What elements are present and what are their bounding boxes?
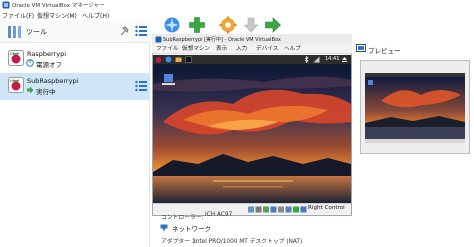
tools-menu-icon[interactable]	[134, 24, 148, 38]
menu-bar: ファイル(F) 仮想マシン(M) ヘルプ(H)	[0, 11, 474, 21]
window-title: Oracle VM VirtualBox マネージャー	[12, 3, 105, 9]
start-icon[interactable]	[264, 16, 282, 34]
guest-app-icon	[155, 36, 162, 43]
guest-desktop[interactable]	[153, 64, 351, 203]
guest-menu-input[interactable]: 入力	[236, 44, 247, 52]
adapter-value: Intel PRO/1000 MT デスクトップ (NAT)	[194, 239, 303, 245]
eject-icon[interactable]	[341, 56, 348, 63]
raspberry-os-icon: 64	[8, 77, 24, 93]
guest-menu-file[interactable]: ファイル	[156, 44, 178, 52]
guest-menu-bar: ファイル 仮想マシン 表示 入力 デバイス ヘルプ	[152, 44, 352, 54]
menu-machine[interactable]: 仮想マシン(M)	[37, 11, 77, 20]
guest-menu-machine[interactable]: 仮想マシン	[182, 44, 210, 52]
add-icon[interactable]	[188, 16, 206, 34]
vm-state-text: 電源オフ	[36, 61, 62, 69]
tools-label: ツール	[26, 28, 47, 36]
vm-state-text: 実行中	[36, 88, 56, 96]
bluetooth-icon[interactable]	[303, 56, 310, 63]
vm-list-item[interactable]: 64 Raspberrypi 電源オフ	[0, 46, 150, 73]
raspberry-menu-icon[interactable]	[155, 56, 162, 63]
terminal-icon[interactable]	[185, 56, 192, 63]
host-key-label: Right Control	[308, 205, 345, 211]
vm-menu-icon[interactable]	[134, 79, 148, 93]
pin-icon[interactable]	[118, 25, 130, 37]
network-icon	[160, 224, 168, 231]
menu-file[interactable]: ファイル(F)	[2, 11, 34, 20]
desktop-wallpaper	[153, 64, 351, 203]
preview-screen	[361, 61, 469, 153]
raspberry-os-icon: 64	[8, 50, 24, 66]
menu-help[interactable]: ヘルプ(H)	[82, 11, 109, 20]
running-arrow-icon	[27, 86, 34, 94]
guest-menu-devices[interactable]: デバイス	[256, 44, 278, 52]
audio-controller-value: ICH AC97	[205, 212, 233, 218]
virtualbox-app-icon	[2, 1, 10, 9]
device-status-icons[interactable]	[248, 206, 308, 213]
preview-thumbnail	[360, 60, 470, 154]
network-status-icon[interactable]	[313, 56, 320, 63]
svg-text:64: 64	[10, 52, 15, 56]
preview-label: プレビュー	[368, 47, 401, 55]
new-icon[interactable]	[163, 16, 181, 34]
browser-icon[interactable]	[165, 56, 172, 63]
folder-icon[interactable]	[175, 56, 182, 63]
vm-name: SubRaspberrypi	[27, 77, 79, 85]
vm-name: Raspberrypi	[27, 50, 67, 58]
settings-icon[interactable]	[219, 16, 237, 34]
power-off-icon	[26, 59, 34, 67]
guest-window-title: SubRaspberrypi [実行中] - Oracle VM Virtual…	[163, 37, 281, 43]
guest-taskbar: 14:41	[153, 55, 351, 64]
discard-icon[interactable]	[242, 16, 260, 34]
guest-menu-view[interactable]: 表示	[216, 44, 227, 52]
audio-controller-label: コントローラー:	[161, 215, 204, 221]
guest-clock: 14:41	[325, 56, 340, 62]
adapter-label: アダプター 1:	[161, 239, 198, 245]
network-section-title[interactable]: ネットワーク	[172, 223, 211, 233]
svg-text:64: 64	[10, 79, 15, 83]
preview-icon	[356, 44, 366, 52]
tools-icon	[8, 26, 21, 38]
guest-menu-help[interactable]: ヘルプ	[284, 44, 301, 52]
vm-list-item[interactable]: 64 SubRaspberrypi 実行中	[0, 73, 150, 100]
